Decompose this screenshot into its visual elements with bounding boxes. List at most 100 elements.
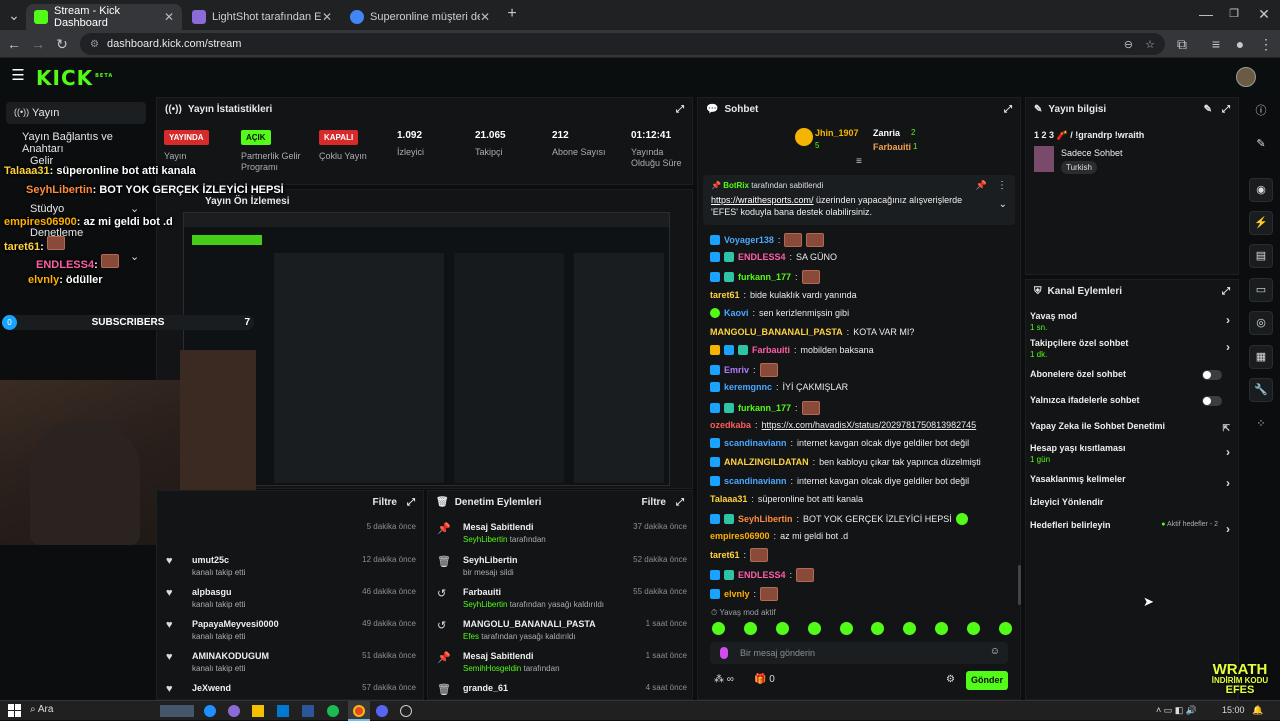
toggle-switch[interactable]: [1202, 370, 1222, 380]
tab-lightshot[interactable]: LightShot tarafından Ekran Gör ✕: [184, 4, 340, 30]
row-title[interactable]: grande_61: [463, 683, 508, 693]
weather-widget-icon[interactable]: [160, 705, 194, 717]
window-close-icon[interactable]: ✕: [1254, 4, 1274, 24]
gifter-name[interactable]: Jhin_1907: [815, 128, 859, 138]
channel-action-raid[interactable]: İzleyici Yönlendir: [1030, 497, 1230, 507]
hamburger-menu-icon[interactable]: ☰: [8, 66, 28, 86]
popout-icon[interactable]: ⤢: [1222, 286, 1230, 297]
chat-user[interactable]: furkann_177: [738, 403, 791, 413]
chat-user[interactable]: Voyager138: [724, 235, 774, 245]
chat-user[interactable]: Emriv: [724, 365, 749, 375]
stream-preview-video[interactable]: [183, 212, 670, 486]
outlook-icon[interactable]: [277, 705, 289, 717]
emote-icon[interactable]: [743, 622, 757, 635]
gifter-name[interactable]: Farbauiti: [873, 142, 911, 152]
chat-user[interactable]: empires06900: [710, 531, 770, 541]
chat-icon[interactable]: ▭: [1249, 278, 1273, 302]
notification-icon[interactable]: 🔔: [1252, 705, 1263, 716]
word-icon[interactable]: [302, 705, 314, 717]
chat-user[interactable]: ENDLESS4: [738, 252, 786, 262]
chat-scrollbar[interactable]: [1018, 565, 1021, 605]
site-info-icon[interactable]: ⚙: [90, 39, 99, 50]
chat-user[interactable]: scandinaviann: [724, 476, 787, 486]
category-thumbnail[interactable]: [1034, 146, 1054, 172]
tab-superonline[interactable]: Superonline müşteri destek - G ✕: [342, 4, 498, 30]
popout-icon[interactable]: ⤢: [1004, 104, 1012, 115]
url-input[interactable]: ⚙ dashboard.kick.com/stream ⊖ ☆: [80, 33, 1165, 55]
sidebar-item-studyo[interactable]: Stüdyo: [30, 203, 64, 215]
popout-icon[interactable]: ⤢: [1222, 104, 1230, 115]
profile-icon[interactable]: ●: [1230, 34, 1250, 54]
popout-icon[interactable]: ⤢: [676, 497, 684, 508]
row-user[interactable]: alpbasgu: [192, 587, 245, 597]
filter-button[interactable]: Filtre: [373, 497, 397, 508]
chat-user[interactable]: SeyhLibertin: [738, 514, 793, 524]
obs-icon[interactable]: [400, 705, 412, 717]
chrome-taskbar-button[interactable]: [348, 701, 370, 721]
row-user[interactable]: AMINAKODUGUM: [192, 651, 269, 661]
emote-icon[interactable]: [712, 622, 725, 635]
chat-input[interactable]: Bir mesaj gönderin ☺: [710, 642, 1008, 664]
channel-action-account-age[interactable]: Hesap yaşı kısıtlaması 1 gün ›: [1030, 443, 1230, 464]
channel-action-slow-mode[interactable]: Yavaş mod 1 sn. ›: [1030, 311, 1230, 332]
pinned-user[interactable]: BotRix: [723, 181, 749, 190]
chat-settings-icon[interactable]: ⚙: [946, 674, 955, 685]
tray-icons[interactable]: ˄ ▭ ◧ 🔊: [1156, 705, 1197, 716]
close-icon[interactable]: ✕: [164, 10, 174, 24]
info-icon[interactable]: ⓘ: [1249, 100, 1273, 124]
row-title[interactable]: SeyhLibertin: [463, 555, 518, 565]
emote-icon[interactable]: [998, 622, 1012, 635]
expand-gifters-icon[interactable]: ≡: [856, 156, 862, 167]
more-icon[interactable]: ⋮: [997, 180, 1007, 191]
close-icon[interactable]: ✕: [480, 10, 490, 24]
layout-icon[interactable]: ▦: [1249, 345, 1273, 369]
channel-action-followers-only[interactable]: Takipçilere özel sohbet 1 dk. ›: [1030, 338, 1230, 359]
menu-icon[interactable]: ⋮: [1256, 34, 1276, 54]
emote-icon[interactable]: [967, 622, 980, 635]
pointsinfinite-icon[interactable]: ⁂ ∞: [714, 674, 734, 685]
row-title[interactable]: Farbauiti: [463, 587, 604, 597]
app-icon[interactable]: [228, 705, 240, 717]
emoji-icon[interactable]: ☺: [990, 646, 1000, 657]
pinned-link[interactable]: https://wraithesports.com/: [711, 195, 814, 205]
gifter-name[interactable]: Zanria: [873, 128, 900, 138]
emote-icon[interactable]: [839, 622, 853, 635]
mic-icon[interactable]: [720, 647, 728, 659]
popout-icon[interactable]: ⤢: [407, 497, 415, 508]
reload-icon[interactable]: ↻: [52, 34, 72, 54]
minimize-icon[interactable]: —: [1196, 4, 1216, 24]
channel-action-ai-moderation[interactable]: Yapay Zeka ile Sohbet Denetimi ⇱: [1030, 421, 1230, 433]
clock[interactable]: 15:00: [1222, 705, 1245, 715]
chat-user[interactable]: scandinaviann: [724, 438, 787, 448]
emote-icon[interactable]: [903, 622, 917, 635]
row-actor[interactable]: SeyhLibertin: [463, 600, 507, 609]
row-actor[interactable]: SeyhLibertin: [463, 535, 507, 544]
chat-user[interactable]: taret61: [710, 550, 740, 560]
windows-start-icon[interactable]: [8, 704, 21, 717]
broadcast-icon[interactable]: ◎: [1249, 311, 1273, 335]
tab-search-icon[interactable]: ⌄: [4, 5, 24, 25]
pencil-icon[interactable]: ✎: [1249, 133, 1273, 157]
chat-user[interactable]: Kaovi: [724, 308, 749, 318]
row-user[interactable]: JeXwend: [192, 683, 231, 693]
sidebar-item-stream-key[interactable]: Yayın Bağlantıs ve Anahtarı: [22, 131, 152, 155]
row-user[interactable]: umut25c: [192, 555, 245, 565]
notes-icon[interactable]: ▤: [1249, 244, 1273, 268]
bookmark-star-icon[interactable]: ☆: [1145, 38, 1155, 51]
chat-user[interactable]: taret61: [710, 290, 740, 300]
emote-icon[interactable]: [807, 622, 821, 635]
chat-user[interactable]: keremgnnc: [724, 382, 772, 392]
filter-button[interactable]: Filtre: [642, 497, 666, 508]
kick-logo[interactable]: KICK BETA: [36, 66, 113, 90]
chat-user[interactable]: ANALZINGILDATAN: [724, 457, 809, 467]
edit-icon[interactable]: ✎: [1204, 104, 1212, 115]
file-explorer-icon[interactable]: [252, 705, 264, 717]
channel-action-banned-words[interactable]: Yasaklanmış kelimeler ›: [1030, 474, 1230, 490]
send-button[interactable]: Gönder: [966, 671, 1008, 690]
emote-icon[interactable]: [871, 622, 885, 635]
stream-category[interactable]: Sadece Sohbet: [1061, 148, 1123, 158]
popout-icon[interactable]: ⤢: [676, 104, 684, 115]
chat-user[interactable]: elvnly: [724, 589, 750, 599]
chevron-down-icon[interactable]: ⌄: [130, 202, 139, 215]
points-display[interactable]: 🎁 0: [754, 674, 775, 685]
